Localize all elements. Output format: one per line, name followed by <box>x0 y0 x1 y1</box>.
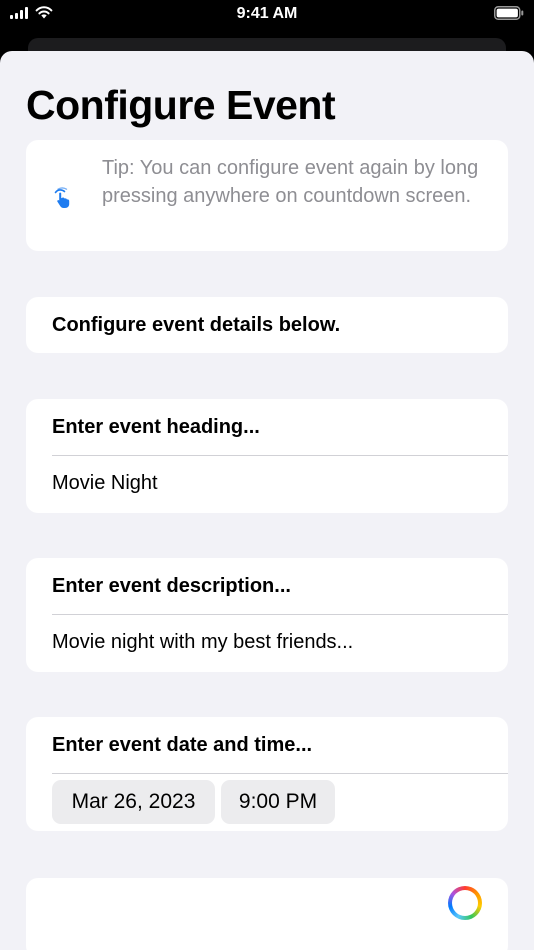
event-datetime-label: Enter event date and time... <box>52 734 313 756</box>
event-description-label: Enter event description... <box>52 575 291 597</box>
divider <box>52 773 508 774</box>
hand-tap-icon <box>54 187 70 208</box>
color-picker-card <box>26 878 508 950</box>
event-description-card: Enter event description... Movie night w… <box>26 558 508 672</box>
status-battery <box>494 6 524 25</box>
color-wheel-icon[interactable] <box>448 886 482 920</box>
date-picker-button[interactable]: Mar 26, 2023 <box>52 780 215 824</box>
details-heading: Configure event details below. <box>52 314 341 336</box>
event-description-input[interactable]: Movie night with my best friends... <box>52 631 353 654</box>
status-bar: 9:41 AM <box>0 0 534 30</box>
tip-card: Tip: You can configure event again by lo… <box>26 140 508 251</box>
event-heading-label: Enter event heading... <box>52 416 260 438</box>
event-heading-input[interactable]: Movie Night <box>52 472 158 495</box>
event-datetime-card: Enter event date and time... Mar 26, 202… <box>26 717 508 831</box>
details-card: Configure event details below. <box>26 297 508 353</box>
status-time: 9:41 AM <box>236 5 298 22</box>
event-heading-card: Enter event heading... Movie Night <box>26 399 508 513</box>
divider <box>52 455 508 456</box>
tip-text: Tip: You can configure event again by lo… <box>102 157 479 207</box>
divider <box>52 614 508 615</box>
time-picker-button[interactable]: 9:00 PM <box>221 780 335 824</box>
page-title: Configure Event <box>26 82 336 128</box>
battery-icon <box>494 6 524 20</box>
